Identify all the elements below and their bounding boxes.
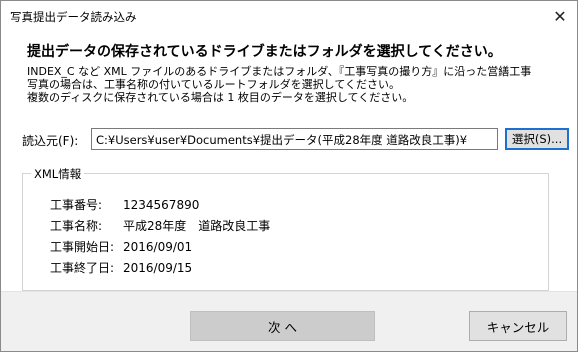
instruction-heading: 提出データの保存されているドライブまたはフォルダを選択してください。 [27, 44, 502, 60]
info-label: 工事番号: [50, 198, 103, 212]
instruction-description: INDEX_C など XML ファイルのあるドライブまたはフォルダ、『工事写真の… [27, 65, 567, 104]
next-button[interactable]: 次 へ [190, 311, 375, 341]
title-bar: 写真提出データ読み込み ✕ [1, 1, 577, 31]
button-bar: 次 へ キャンセル [1, 291, 577, 351]
window-title: 写真提出データ読み込み [10, 10, 137, 24]
info-row-start-date: 工事開始日: 2016/09/01 [50, 238, 192, 255]
close-button[interactable]: ✕ [543, 1, 577, 31]
info-value: 平成28年度 道路改良工事 [123, 219, 271, 233]
info-label: 工事名称: [50, 219, 103, 233]
info-row-project-name: 工事名称: 平成28年度 道路改良工事 [50, 217, 270, 234]
info-label: 工事終了日: [50, 261, 115, 275]
description-line: 複数のディスクに保存されている場合は 1 枚目のデータを選択してください。 [27, 91, 414, 104]
source-row: 読込元(F): C:¥Users¥user¥Documents¥提出データ(平成… [22, 128, 569, 150]
dialog-content: 提出データの保存されているドライブまたはフォルダを選択してください。 INDEX… [1, 31, 577, 291]
info-row-end-date: 工事終了日: 2016/09/15 [50, 259, 192, 276]
xml-info-group: XML情報 工事番号: 1234567890 工事名称: 平成28年度 道路改良工事… [22, 166, 549, 291]
source-label: 読込元(F): [22, 134, 79, 148]
info-value: 2016/09/15 [123, 261, 193, 275]
cancel-button[interactable]: キャンセル [469, 311, 567, 341]
info-label: 工事開始日: [50, 240, 115, 254]
xml-info-legend: XML情報 [31, 166, 85, 182]
close-icon: ✕ [553, 6, 567, 26]
description-line: 写真の場合は、工事名称の付いているルートフォルダを選択してください。 [27, 78, 401, 91]
info-value: 1234567890 [123, 198, 200, 212]
info-value: 2016/09/01 [123, 240, 193, 254]
source-path-input[interactable]: C:¥Users¥user¥Documents¥提出データ(平成28年度 道路改… [91, 128, 498, 150]
description-line: INDEX_C など XML ファイルのあるドライブまたはフォルダ、『工事写真の… [27, 65, 532, 78]
select-folder-button[interactable]: 選択(S)... [505, 128, 569, 150]
dialog-window: 写真提出データ読み込み ✕ 提出データの保存されているドライブまたはフォルダを選… [0, 0, 578, 352]
info-row-project-number: 工事番号: 1234567890 [50, 196, 199, 213]
